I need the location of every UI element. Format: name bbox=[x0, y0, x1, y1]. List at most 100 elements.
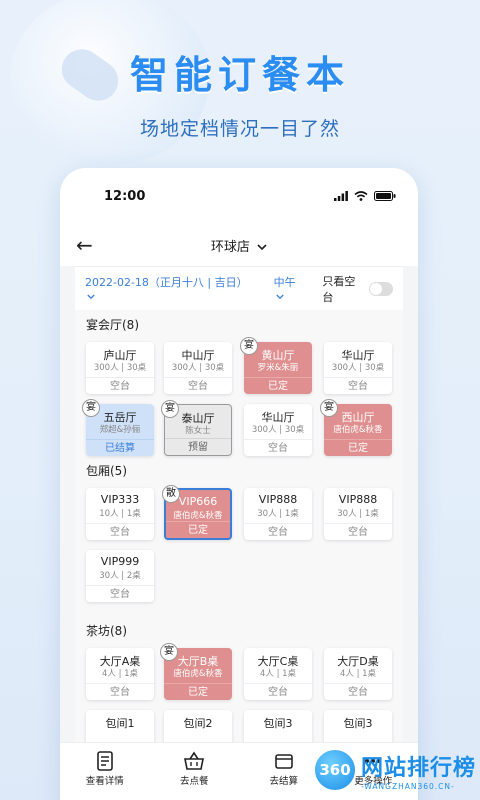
basket-icon bbox=[184, 751, 205, 770]
venue-capacity: 4人 | 1桌 bbox=[259, 669, 297, 679]
venue-card[interactable]: VIP888 30人 | 1桌 空台 bbox=[324, 488, 392, 540]
venue-card[interactable]: 宴五岳厅 郑超&孙俪 已结算 bbox=[82, 399, 154, 456]
venue-name: VIP888 bbox=[258, 493, 298, 506]
venue-name: 中山厅 bbox=[181, 349, 215, 362]
venue-card[interactable]: 中山厅 300人 | 30桌 空台 bbox=[164, 342, 232, 394]
venue-status: 空台 bbox=[244, 439, 312, 456]
top-nav: ← 环球店 bbox=[60, 224, 418, 266]
venue-card[interactable]: 宴黄山厅 罗米&朱丽 已定 bbox=[240, 337, 312, 394]
venue-card[interactable]: 宴西山厅 唐伯虎&秋香 已定 bbox=[320, 399, 392, 456]
venue-card[interactable]: 大厅D桌 4人 | 1桌 空台 bbox=[324, 648, 392, 700]
signal-icon bbox=[334, 191, 348, 201]
venue-status: 已定 bbox=[324, 439, 392, 456]
venue-type-tag: 宴 bbox=[161, 400, 179, 418]
phone-frame: 12:00 ← 环球店 2022-02-18（正月十八 | 吉日） 中午 只看空… bbox=[60, 168, 418, 800]
venue-status: 空台 bbox=[244, 683, 312, 700]
venue-card[interactable]: 华山厅 300人 | 30桌空台 bbox=[324, 342, 392, 394]
venue-status: 已定 bbox=[166, 521, 230, 538]
promo-headline: 智能订餐本 bbox=[129, 53, 350, 97]
venue-name: 包间3 bbox=[343, 717, 373, 730]
chevron-down-icon bbox=[275, 294, 284, 300]
watermark-logo: 360 bbox=[312, 748, 357, 792]
venue-status: 空台 bbox=[324, 377, 392, 394]
promo-subline: 场地定档情况一目了然 bbox=[139, 118, 340, 140]
status-bar: 12:00 bbox=[60, 168, 418, 224]
venue-capacity: 300人 | 30桌 bbox=[331, 363, 385, 373]
date-value: 2022-02-18（正月十八 | 吉日） bbox=[85, 276, 248, 289]
venue-card[interactable]: 庐山厅 300人 | 30桌空台 bbox=[86, 342, 154, 394]
view-details-button[interactable]: 查看详情 bbox=[60, 743, 150, 800]
venue-capacity: 唐伯虎&秋香 bbox=[333, 425, 383, 435]
venue-capacity: 30人 | 1桌 bbox=[257, 509, 299, 519]
venue-capacity: 300人 | 30桌 bbox=[251, 425, 305, 435]
go-order-label: 去点餐 bbox=[179, 776, 209, 787]
back-arrow-icon[interactable]: ← bbox=[76, 233, 93, 257]
venue-capacity: 300人 | 30桌 bbox=[93, 363, 147, 373]
filter-bar: 2022-02-18（正月十八 | 吉日） 中午 只看空台 bbox=[75, 266, 403, 310]
watermark-url: -WANGZHAN360.CN- bbox=[360, 781, 455, 791]
venue-capacity: 罗米&朱丽 bbox=[257, 363, 299, 373]
venue-status: 已定 bbox=[244, 377, 312, 394]
venue-status: 空台 bbox=[244, 523, 312, 540]
venue-name: 华山厅 bbox=[261, 411, 295, 424]
venue-card[interactable]: 大厅A桌 4人 | 1桌 空台 bbox=[86, 648, 154, 700]
venue-card[interactable]: VIP888 30人 | 1桌空台 bbox=[244, 488, 312, 540]
venue-name: 庐山厅 bbox=[103, 349, 137, 362]
chevron-down-icon bbox=[257, 243, 267, 250]
battery-icon bbox=[374, 191, 396, 201]
venue-status: 空台 bbox=[324, 523, 392, 540]
venue-name: 包间1 bbox=[105, 717, 135, 730]
venue-name: 华山厅 bbox=[341, 349, 375, 362]
date-selector[interactable]: 2022-02-18（正月十八 | 吉日） bbox=[85, 274, 258, 303]
venue-card[interactable]: 华山厅 300人 | 30桌空台 bbox=[244, 404, 312, 456]
venue-card[interactable]: 宴泰山厅 陈女士 预留 bbox=[161, 400, 232, 456]
status-time: 12:00 bbox=[104, 188, 146, 204]
store-name: 环球店 bbox=[210, 239, 250, 255]
venue-type-tag: 宴 bbox=[240, 337, 258, 355]
store-selector[interactable]: 环球店 bbox=[60, 236, 418, 255]
venue-card[interactable]: 散 VIP666 唐伯虎&秋香 已定 bbox=[162, 485, 232, 540]
venue-capacity: 郑超&孙俪 bbox=[99, 425, 141, 435]
section-title: 宴会厅(8) bbox=[86, 318, 139, 332]
venue-card[interactable]: VIP999 30人 | 2桌空台 bbox=[86, 550, 154, 602]
chevron-down-icon bbox=[87, 294, 95, 300]
venue-type-tag: 散 bbox=[162, 485, 180, 503]
watermark-title: 网站排行榜 bbox=[360, 755, 476, 781]
venue-name: 大厅D桌 bbox=[337, 655, 379, 668]
section-title: 茶坊(8) bbox=[86, 624, 127, 638]
venue-capacity: 4人 | 1桌 bbox=[339, 669, 377, 679]
venue-status: 空台 bbox=[86, 683, 154, 700]
venue-status: 空台 bbox=[164, 377, 232, 394]
document-icon bbox=[96, 751, 113, 771]
go-order-button[interactable]: 去点餐 bbox=[150, 743, 240, 800]
watermark: 360 网站排行榜 -WANGZHAN360.CN- bbox=[312, 748, 476, 792]
venue-card[interactable]: VIP333 10人 | 1桌空台 bbox=[86, 488, 154, 540]
venue-type-tag: 宴 bbox=[160, 643, 178, 661]
venue-capacity: 陈女士 bbox=[185, 426, 211, 436]
venue-capacity: 4人 | 1桌 bbox=[101, 669, 139, 679]
venue-status: 已结算 bbox=[86, 439, 154, 456]
wifi-icon bbox=[354, 191, 368, 201]
venue-name: VIP999 bbox=[100, 555, 140, 568]
venue-name: 大厅C桌 bbox=[257, 655, 299, 668]
venue-name: VIP333 bbox=[100, 493, 140, 506]
status-icons bbox=[334, 191, 396, 201]
venue-card[interactable]: 宴大厅B桌 唐伯虎&秋香 已定 bbox=[160, 643, 232, 700]
venue-name: 包间3 bbox=[263, 717, 293, 730]
venue-type-tag: 宴 bbox=[320, 399, 338, 417]
view-details-label: 查看详情 bbox=[85, 776, 124, 787]
only-empty-toggle[interactable] bbox=[369, 281, 393, 296]
venue-name: 包间2 bbox=[183, 717, 213, 730]
venue-capacity: 30人 | 1桌 bbox=[337, 509, 379, 519]
venue-status: 空台 bbox=[86, 523, 154, 540]
venue-capacity: 30人 | 2桌 bbox=[99, 571, 141, 581]
venue-card[interactable]: 大厅C桌 4人 | 1桌空台 bbox=[244, 648, 312, 700]
venue-status: 空台 bbox=[86, 377, 154, 394]
meal-selector[interactable]: 中午 bbox=[274, 274, 309, 303]
only-empty-label: 只看空台 bbox=[322, 274, 356, 304]
meal-value: 中午 bbox=[273, 276, 296, 289]
section-title: 包厢(5) bbox=[86, 464, 127, 478]
venue-status: 预留 bbox=[165, 438, 231, 455]
venue-status: 空台 bbox=[86, 585, 154, 602]
venue-capacity: 10人 | 1桌 bbox=[99, 509, 141, 519]
